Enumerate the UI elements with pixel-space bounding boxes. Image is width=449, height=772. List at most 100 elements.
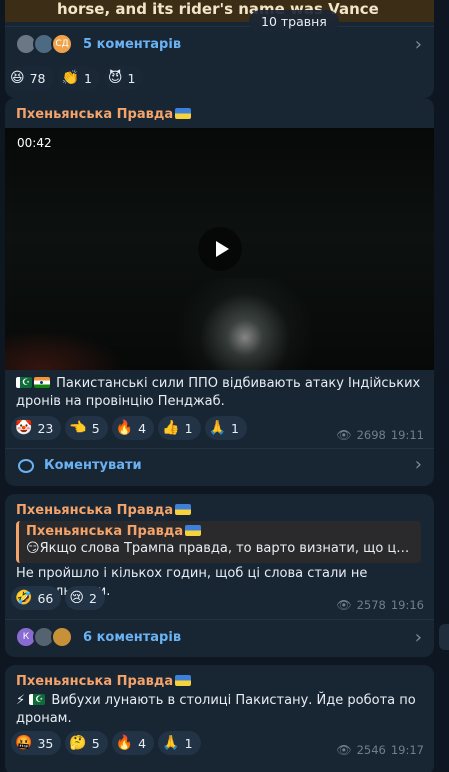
commenter-avatars: К: [15, 625, 83, 650]
quote-author: Пхеньянська Правда: [26, 523, 414, 540]
video-thumbnail[interactable]: horse, and its rider's name was Vance: [5, 0, 434, 22]
reaction-chip[interactable]: 🔥 4: [111, 416, 155, 440]
reaction-count: 1: [230, 420, 239, 436]
comments-count-label: 5 коментарів: [83, 37, 182, 52]
post-meta: 👁 2546 19:17: [336, 743, 424, 757]
crying-face-icon: 😢: [69, 590, 84, 606]
reaction-chip[interactable]: 🤡 23: [11, 416, 62, 440]
post-text-body: Пакистанські сили ППО відбивають атаку І…: [16, 376, 421, 409]
post-meta: 👁 2578 19:16: [336, 598, 424, 612]
channel-name[interactable]: Пхеньянська Правда: [16, 503, 192, 518]
post-time: 19:16: [390, 598, 424, 612]
comment-button-label: Коментувати: [44, 458, 142, 473]
view-count: 2578: [356, 598, 386, 612]
view-count: 2546: [356, 743, 386, 757]
reaction-count: 5: [91, 735, 100, 751]
channel-name[interactable]: Пхеньянська Правда: [16, 107, 192, 122]
comments-row[interactable]: СД 5 коментарів ›: [5, 26, 434, 62]
chevron-right-icon: ›: [414, 34, 422, 55]
side-scroll-button[interactable]: [439, 624, 449, 650]
pakistan-flag-icon: [29, 691, 46, 709]
reaction-chip[interactable]: 🔥 4: [111, 731, 155, 755]
reaction-count: 5: [91, 420, 100, 436]
lightning-icon: ⚡: [16, 693, 26, 708]
reaction-chip[interactable]: 🙏 1: [158, 731, 201, 755]
avatar: [51, 625, 73, 648]
post-time: 19:17: [390, 743, 424, 757]
reaction-count: 23: [37, 420, 54, 436]
reaction-chip[interactable]: 😢 2: [65, 586, 105, 610]
comment-bubble-icon: [18, 458, 34, 473]
channel-name[interactable]: Пхеньянська Правда: [16, 674, 192, 689]
reaction-count: 1: [127, 70, 136, 86]
ukraine-flag-icon: [175, 108, 192, 119]
eye-icon: 👁: [336, 598, 352, 612]
angry-face-icon: 🤬: [15, 735, 33, 751]
thinking-face-icon: 🤔: [69, 735, 87, 751]
folded-hands-icon: 🙏: [162, 735, 180, 751]
post-time: 19:11: [390, 428, 424, 442]
channel-name-text: Пхеньянська Правда: [16, 503, 174, 518]
smirking-face-icon: 😏: [26, 541, 40, 556]
reaction-chip[interactable]: 👈 5: [65, 416, 108, 440]
eye-icon: 👁: [336, 428, 352, 442]
date-badge: 10 травня: [249, 10, 339, 33]
divider: [5, 448, 434, 449]
reaction-chip[interactable]: 😈 1: [103, 66, 144, 90]
channel-post: Пхеньянська Правда 00:42 Пакистанські си…: [5, 98, 434, 486]
smiling-devil-icon: 😈: [107, 70, 123, 86]
clown-face-icon: 🤡: [15, 420, 33, 436]
avatar: СД: [51, 32, 73, 55]
view-count: 2698: [356, 428, 386, 442]
reaction-chip[interactable]: 😆 78: [6, 66, 54, 90]
comments-row[interactable]: К 6 коментарів ›: [5, 619, 434, 655]
comments-count-label: 6 коментарів: [83, 630, 182, 645]
channel-name-text: Пхеньянська Правда: [16, 107, 174, 122]
reaction-count: 1: [83, 70, 92, 86]
pakistan-flag-icon: [16, 374, 32, 392]
rofl-face-icon: 🤣: [15, 590, 33, 606]
post-meta: 👁 2698 19:11: [336, 428, 424, 442]
ukraine-flag-icon: [175, 504, 192, 515]
video-duration: 00:42: [17, 136, 52, 150]
reaction-count: 1: [184, 420, 193, 436]
chevron-right-icon: ›: [414, 627, 422, 648]
reaction-chip[interactable]: 🤣 66: [11, 586, 62, 610]
ukraine-flag-icon: [185, 525, 202, 536]
comment-button[interactable]: Коментувати: [18, 458, 142, 473]
ukraine-flag-icon: [175, 675, 192, 686]
reaction-count: 4: [138, 735, 147, 751]
grinning-face-icon: 😆: [10, 70, 25, 86]
channel-post: Пхеньянська Правда Пхеньянська Правда 😏Я…: [5, 494, 434, 657]
reaction-count: 1: [184, 735, 193, 751]
post-text: ⚡ Вибухи лунають в столиці Пакистану. Йд…: [16, 691, 424, 728]
reaction-chip[interactable]: 🤔 5: [65, 731, 108, 755]
folded-hands-icon: 🙏: [208, 420, 226, 436]
play-icon: [215, 241, 229, 257]
reaction-chip[interactable]: 👍 1: [158, 416, 201, 440]
video-player[interactable]: 00:42: [5, 128, 434, 370]
point-left-icon: 👈: [69, 420, 87, 436]
eye-icon: 👁: [336, 743, 352, 757]
reaction-chip[interactable]: 🤬 35: [11, 731, 62, 755]
thumbs-up-icon: 👍: [162, 420, 180, 436]
reply-quote[interactable]: Пхеньянська Правда 😏Якщо слова Трампа пр…: [16, 521, 421, 563]
fire-icon: 🔥: [115, 735, 134, 751]
reaction-chip[interactable]: 👏 1: [57, 66, 100, 90]
reactions-bar: 😆 78 👏 1 😈 1: [6, 66, 144, 90]
reaction-count: 66: [37, 590, 54, 606]
reaction-count: 35: [37, 735, 54, 751]
quote-text: 😏Якщо слова Трампа правда, то варто визн…: [26, 540, 414, 558]
quote-author-text: Пхеньянська Правда: [26, 524, 184, 539]
reaction-count: 2: [88, 590, 97, 606]
channel-post: Пхеньянська Правда ⚡ Вибухи лунають в ст…: [5, 665, 434, 772]
fire-icon: 🔥: [115, 420, 134, 436]
play-button[interactable]: [198, 227, 242, 271]
india-flag-icon: [34, 377, 50, 388]
chevron-right-icon: ›: [414, 454, 422, 475]
post-text: Пакистанські сили ППО відбивають атаку І…: [16, 374, 424, 411]
reaction-chip[interactable]: 🙏 1: [204, 416, 247, 440]
channel-name-text: Пхеньянська Правда: [16, 674, 174, 689]
commenter-avatars: СД: [15, 32, 83, 57]
reaction-count: 78: [29, 70, 46, 86]
